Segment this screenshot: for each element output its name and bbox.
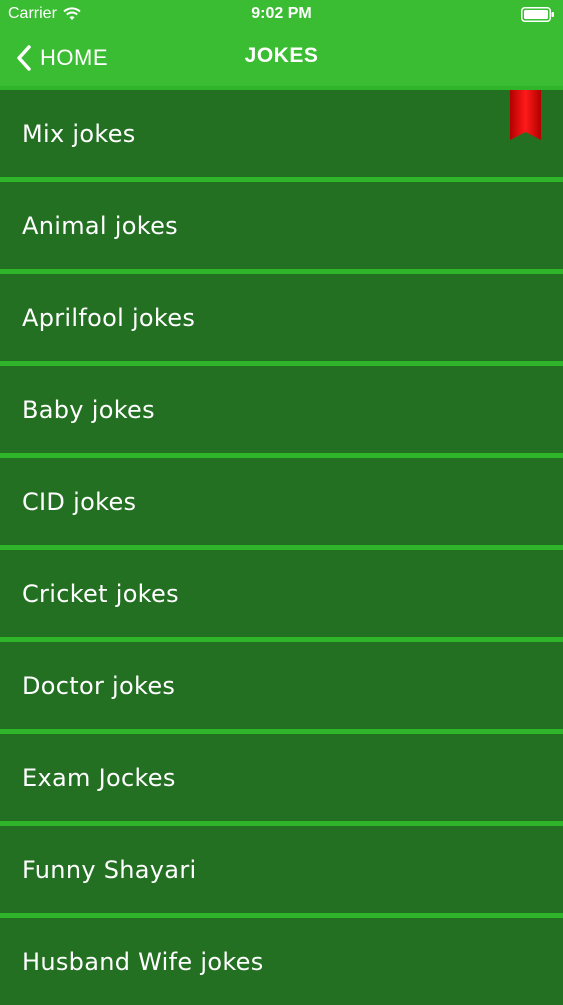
- status-time: 9:02 PM: [251, 5, 312, 22]
- list-item-cid-jokes[interactable]: CID jokes: [0, 458, 563, 545]
- list-item-label: Cricket jokes: [22, 579, 179, 608]
- list-item-baby-jokes[interactable]: Baby jokes: [0, 366, 563, 453]
- bookmark-ribbon-icon: [510, 90, 541, 140]
- list-item-aprilfool-jokes[interactable]: Aprilfool jokes: [0, 274, 563, 361]
- status-bar: Carrier 9:02 PM: [0, 0, 563, 30]
- list-item-animal-jokes[interactable]: Animal jokes: [0, 182, 563, 269]
- list-item-label: Mix jokes: [22, 119, 136, 148]
- list-item-husband-wife-jokes[interactable]: Husband Wife jokes: [0, 918, 563, 1005]
- list-item-label: Husband Wife jokes: [22, 947, 264, 976]
- navigation-bar: HOME JOKES: [0, 30, 563, 86]
- list-item-cricket-jokes[interactable]: Cricket jokes: [0, 550, 563, 637]
- list-item-label: Baby jokes: [22, 395, 155, 424]
- jokes-category-list: Mix jokes Animal jokes Aprilfool jokes B…: [0, 86, 563, 1005]
- list-item-doctor-jokes[interactable]: Doctor jokes: [0, 642, 563, 729]
- page-title: JOKES: [244, 44, 319, 67]
- list-item-label: Doctor jokes: [22, 671, 176, 700]
- list-item-label: Exam Jockes: [22, 763, 176, 792]
- list-item-label: CID jokes: [22, 487, 137, 516]
- list-item-funny-shayari[interactable]: Funny Shayari: [0, 826, 563, 913]
- list-item-label: Funny Shayari: [22, 855, 197, 884]
- list-item-mix-jokes[interactable]: Mix jokes: [0, 90, 563, 177]
- list-item-label: Aprilfool jokes: [22, 303, 196, 332]
- list-item-label: Animal jokes: [22, 211, 178, 240]
- list-item-exam-jockes[interactable]: Exam Jockes: [0, 734, 563, 821]
- battery-icon: [521, 7, 554, 22]
